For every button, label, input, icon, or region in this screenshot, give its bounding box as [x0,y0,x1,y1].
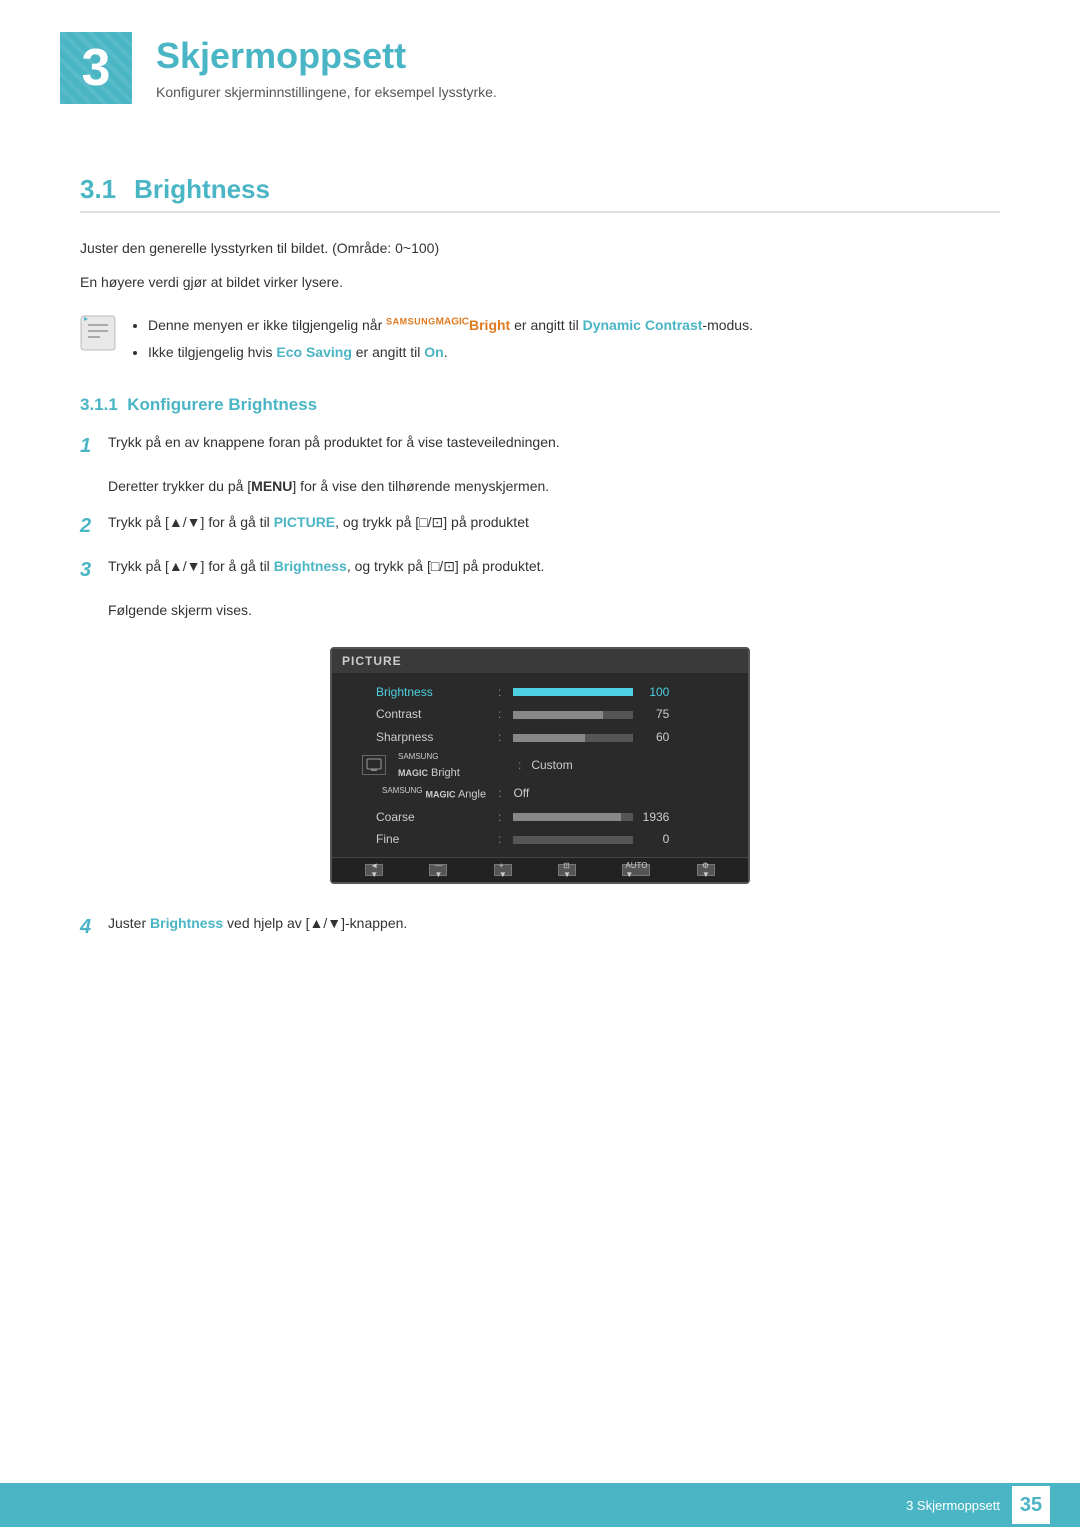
note-2: Ikke tilgjengelig hvis Eco Saving er ang… [148,340,753,365]
monitor-body: Brightness : 100 Contrast : 75 [332,673,748,858]
step-3-number: 3 [80,555,108,585]
footer-chapter-label: 3 Skjermoppsett [906,1498,1000,1513]
footer-btn-plus: +▼ [494,864,512,876]
footer-btn-settings: ⚙▼ [697,864,715,876]
subsection-311-title: 3.1.1 Konfigurere Brightness [80,395,1000,415]
note-box: Denne menyen er ikke tilgjengelig når SA… [80,313,1000,367]
note-bullets: Denne menyen er ikke tilgjengelig når SA… [130,313,753,367]
menu-row-magic-angle: SAMSUNG MAGIC Angle : Off [362,782,738,806]
note-1: Denne menyen er ikke tilgjengelig når SA… [148,313,753,338]
monitor-footer: ◄▼ —▼ +▼ ⊡▼ AUTO▼ ⚙▼ [332,857,748,882]
note-icon [80,315,116,351]
footer-btn-left: ◄▼ [365,864,383,876]
chapter-header: 3 Skjermoppsett Konfigurer skjerminnstil… [0,0,1080,124]
step-2-text: Trykk på [▲/▼] for å gå til PICTURE, og … [108,511,1000,535]
step-1-number: 1 [80,431,108,461]
section-31-number: 3.1 [80,174,116,204]
monitor-screenshot: PICTURE Brightness : 100 Contrast : [330,647,750,885]
step-2: 2 Trykk på [▲/▼] for å gå til PICTURE, o… [80,511,1000,541]
monitor-header: PICTURE [332,649,748,673]
step-4-text: Juster Brightness ved hjelp av [▲/▼]-kna… [108,912,1000,936]
footer-btn-auto: AUTO▼ [622,864,650,876]
menu-row-brightness: Brightness : 100 [362,681,738,704]
page-footer: 3 Skjermoppsett 35 [0,1483,1080,1527]
chapter-number: 3 [82,42,111,94]
step-4-number: 4 [80,912,108,942]
menu-row-coarse: Coarse : 1936 [362,806,738,829]
menu-row-fine: Fine : 0 [362,828,738,851]
chapter-subtitle: Konfigurer skjerminnstillingene, for eks… [156,84,497,100]
section-31-title: 3.1 Brightness [80,174,1000,213]
menu-row-sharpness: Sharpness : 60 [362,726,738,749]
monitor-container: PICTURE Brightness : 100 Contrast : [80,647,1000,885]
chapter-number-box: 3 [60,32,132,104]
step-1-text: Trykk på en av knappene foran på produkt… [108,431,1000,455]
section-31-heading: Brightness [134,174,270,204]
footer-btn-enter: ⊡▼ [558,864,576,876]
monitor-icon [362,755,386,775]
menu-row-magic-bright: SAMSUNGMAGIC Bright : Custom [362,749,738,782]
step-3-subtext: Følgende skjerm vises. [108,599,1000,623]
step-3-text: Trykk på [▲/▼] for å gå til Brightness, … [108,555,1000,579]
chapter-title-block: Skjermoppsett Konfigurer skjerminnstilli… [156,32,497,100]
menu-row-contrast: Contrast : 75 [362,703,738,726]
main-content: 3.1 Brightness Juster den generelle lysst… [0,124,1080,1036]
description-2: En høyere verdi gjør at bildet virker ly… [80,271,1000,295]
step-1: 1 Trykk på en av knappene foran på produ… [80,431,1000,461]
step-2-number: 2 [80,511,108,541]
chapter-title: Skjermoppsett [156,36,497,76]
step-3: 3 Trykk på [▲/▼] for å gå til Brightness… [80,555,1000,585]
footer-page-number: 35 [1012,1486,1050,1524]
step-4: 4 Juster Brightness ved hjelp av [▲/▼]-k… [80,912,1000,942]
description-1: Juster den generelle lysstyrken til bild… [80,237,1000,261]
footer-btn-minus: —▼ [429,864,447,876]
step-1-subtext: Deretter trykker du på [MENU] for å vise… [108,475,1000,499]
